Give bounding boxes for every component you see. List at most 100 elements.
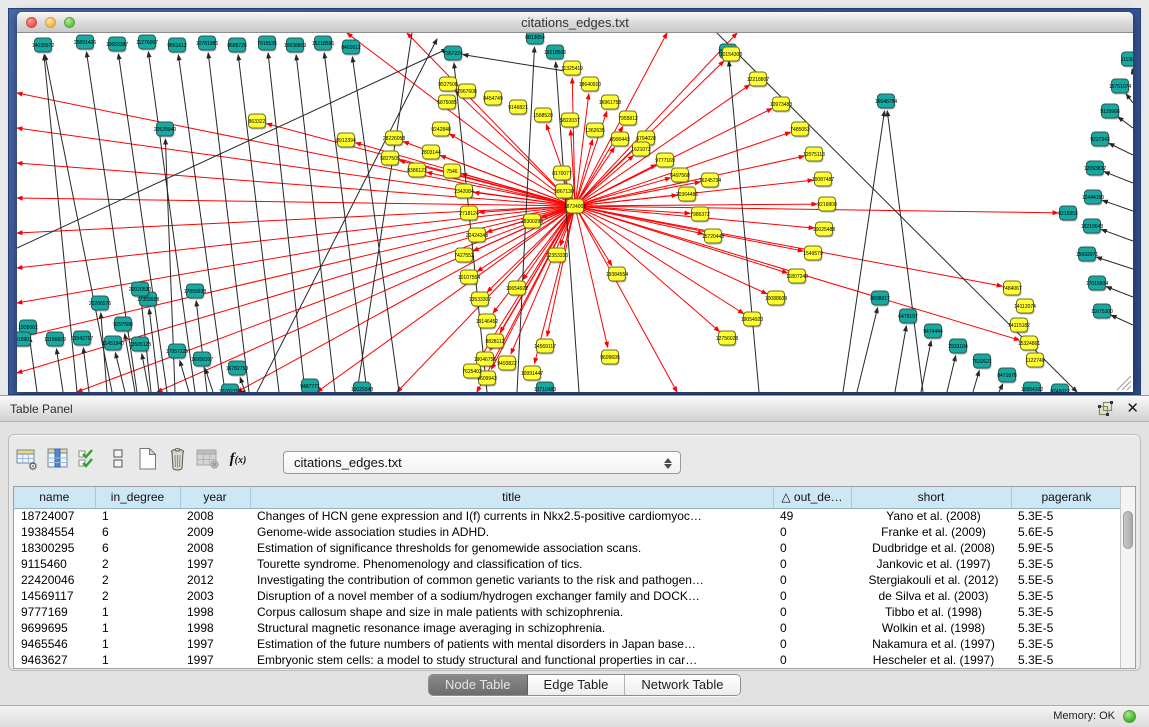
graph-node[interactable]: 12075113 (803, 147, 825, 163)
graph-node[interactable]: 12444150 (1082, 190, 1104, 206)
graph-node[interactable]: 10088609 (765, 291, 787, 307)
graph-node[interactable]: 7955812 (618, 111, 638, 127)
graph-node[interactable]: 11156829 (44, 332, 66, 348)
graph-node[interactable]: 2933104 (948, 339, 968, 355)
table-cell[interactable]: 9699695 (14, 620, 95, 636)
network-window[interactable]: citations_edges.txt 18724007140355722089… (17, 12, 1133, 392)
graph-edge[interactable] (149, 309, 159, 392)
table-row[interactable]: 911546021997Tourette syndrome. Phenomeno… (14, 556, 1122, 572)
table-cell[interactable]: 1 (95, 508, 180, 524)
table-cell[interactable]: Stergiakouli et al. (2012) (851, 572, 1011, 588)
graph-node[interactable]: 8454749 (483, 91, 503, 107)
graph-edge[interactable] (1104, 172, 1133, 183)
graph-edge[interactable] (999, 384, 1003, 392)
graph-node[interactable]: 5822037 (560, 113, 580, 129)
table-cell[interactable]: 6 (95, 540, 180, 556)
table-cell[interactable]: 0 (773, 588, 851, 604)
graph-node[interactable]: 1113054 (1121, 52, 1133, 68)
graph-node[interactable]: 12093832 (1084, 161, 1106, 177)
graph-node[interactable]: 12218807 (747, 72, 769, 88)
table-cell[interactable]: 0 (773, 604, 851, 620)
table-cell[interactable]: Dudbridge et al. (2008) (851, 540, 1011, 556)
table-cell[interactable]: 22420046 (14, 572, 95, 588)
window-titlebar[interactable]: citations_edges.txt (17, 12, 1133, 33)
graph-node[interactable]: 19146452 (476, 314, 498, 330)
graph-node[interactable]: 1621072 (631, 142, 651, 158)
table-cell[interactable]: Investigating the contribution of common… (250, 572, 773, 588)
table-cell[interactable]: 2008 (180, 540, 250, 556)
table-cell[interactable]: 1 (95, 604, 180, 620)
table-row[interactable]: 1456911722003Disruption of a novel membe… (14, 588, 1122, 604)
row-selection-button[interactable] (73, 445, 103, 473)
column-header[interactable]: name (14, 487, 95, 508)
table-cell[interactable]: 18300295 (14, 540, 95, 556)
graph-node[interactable]: 9146821 (508, 100, 528, 116)
graph-edge[interactable] (1109, 143, 1133, 155)
graph-node[interactable]: 863322 (249, 114, 267, 130)
tab-edge-table[interactable]: Edge Table (528, 675, 626, 695)
graph-node[interactable]: 15720443 (702, 229, 724, 245)
column-header[interactable]: pagerank (1011, 487, 1122, 508)
graph-node[interactable]: 9474444 (923, 324, 943, 340)
table-cell[interactable]: 1997 (180, 636, 250, 652)
graph-node[interactable]: 9227343 (1090, 132, 1110, 148)
table-cell[interactable]: 1 (95, 620, 180, 636)
graph-edge[interactable] (324, 53, 367, 392)
graph-edge[interactable] (843, 111, 885, 392)
tab-network-table[interactable]: Network Table (625, 675, 739, 695)
graph-node[interactable]: 10991447 (521, 366, 543, 382)
graph-node[interactable]: 10154308 (720, 47, 742, 63)
graph-node[interactable]: 7986372 (690, 207, 710, 223)
graph-node[interactable]: 17859938 (184, 284, 206, 300)
table-cell[interactable]: 1997 (180, 556, 250, 572)
create-column-button[interactable] (133, 445, 163, 473)
column-header[interactable]: title (250, 487, 773, 508)
table-cell[interactable]: 5.3E-5 (1011, 652, 1122, 668)
graph-node[interactable]: 7632621 (972, 354, 992, 370)
graph-node[interactable]: 15218596 (312, 36, 334, 52)
graph-node[interactable]: 14569117 (534, 339, 556, 355)
table-cell[interactable]: 49 (773, 508, 851, 524)
graph-node[interactable]: 8215953 (1058, 206, 1078, 222)
graph-edge[interactable] (238, 55, 279, 392)
table-cell[interactable]: 0 (773, 636, 851, 652)
graph-node[interactable]: 10782759 (219, 384, 241, 392)
graph-node[interactable]: 14035572 (32, 38, 54, 54)
graph-node[interactable]: 18300295 (521, 214, 543, 230)
graph-node[interactable]: 20891406 (74, 35, 96, 51)
graph-node[interactable]: 9245012 (1050, 384, 1070, 392)
graph-node[interactable]: 10654922 (506, 281, 528, 297)
graph-node[interactable]: 15751074 (1109, 79, 1131, 95)
table-cell[interactable]: 1997 (180, 652, 250, 668)
graph-node[interactable]: 5875085 (437, 95, 457, 111)
table-cell[interactable]: 5.3E-5 (1011, 508, 1122, 524)
table-scrollbar-thumb[interactable] (1123, 511, 1133, 549)
graph-node[interactable]: 10781985 (196, 36, 218, 52)
graph-node[interactable]: 8813054 (525, 33, 545, 46)
graph-edge[interactable] (17, 49, 447, 248)
function-builder-button[interactable]: f(x) (223, 445, 253, 473)
graph-node[interactable]: 10029348 (351, 382, 373, 392)
graph-node[interactable]: 10653387 (106, 37, 128, 53)
graph-node[interactable]: 10973483 (770, 97, 792, 113)
table-cell[interactable]: de Silva et al. (2003) (851, 588, 1011, 604)
graph-node[interactable]: 8170077 (552, 166, 572, 182)
graph-node[interactable]: 6479197 (898, 309, 918, 325)
graph-node[interactable]: 13505125 (129, 337, 151, 353)
graph-node[interactable]: 16782753 (226, 361, 248, 377)
graph-edge[interactable] (575, 206, 719, 331)
network-graph[interactable]: 1872400714035572208914061065338711276067… (17, 33, 1133, 392)
graph-node[interactable]: 9216800 (817, 197, 837, 213)
table-cell[interactable]: 2 (95, 556, 180, 572)
table-cell[interactable]: 1 (95, 652, 180, 668)
table-cell[interactable]: Yano et al. (2008) (851, 508, 1011, 524)
graph-edge[interactable] (1102, 200, 1133, 211)
graph-node[interactable]: 7915535 (257, 36, 277, 52)
graph-node[interactable]: 11325419 (561, 61, 583, 77)
table-row[interactable]: 1830029562008Estimation of significance … (14, 540, 1122, 556)
close-panel-button[interactable]: ✕ (1126, 401, 1139, 417)
graph-node[interactable]: 22424348 (466, 228, 488, 244)
graph-edge[interactable] (268, 53, 305, 392)
graph-edge[interactable] (17, 206, 575, 233)
graph-edge[interactable] (257, 39, 437, 392)
